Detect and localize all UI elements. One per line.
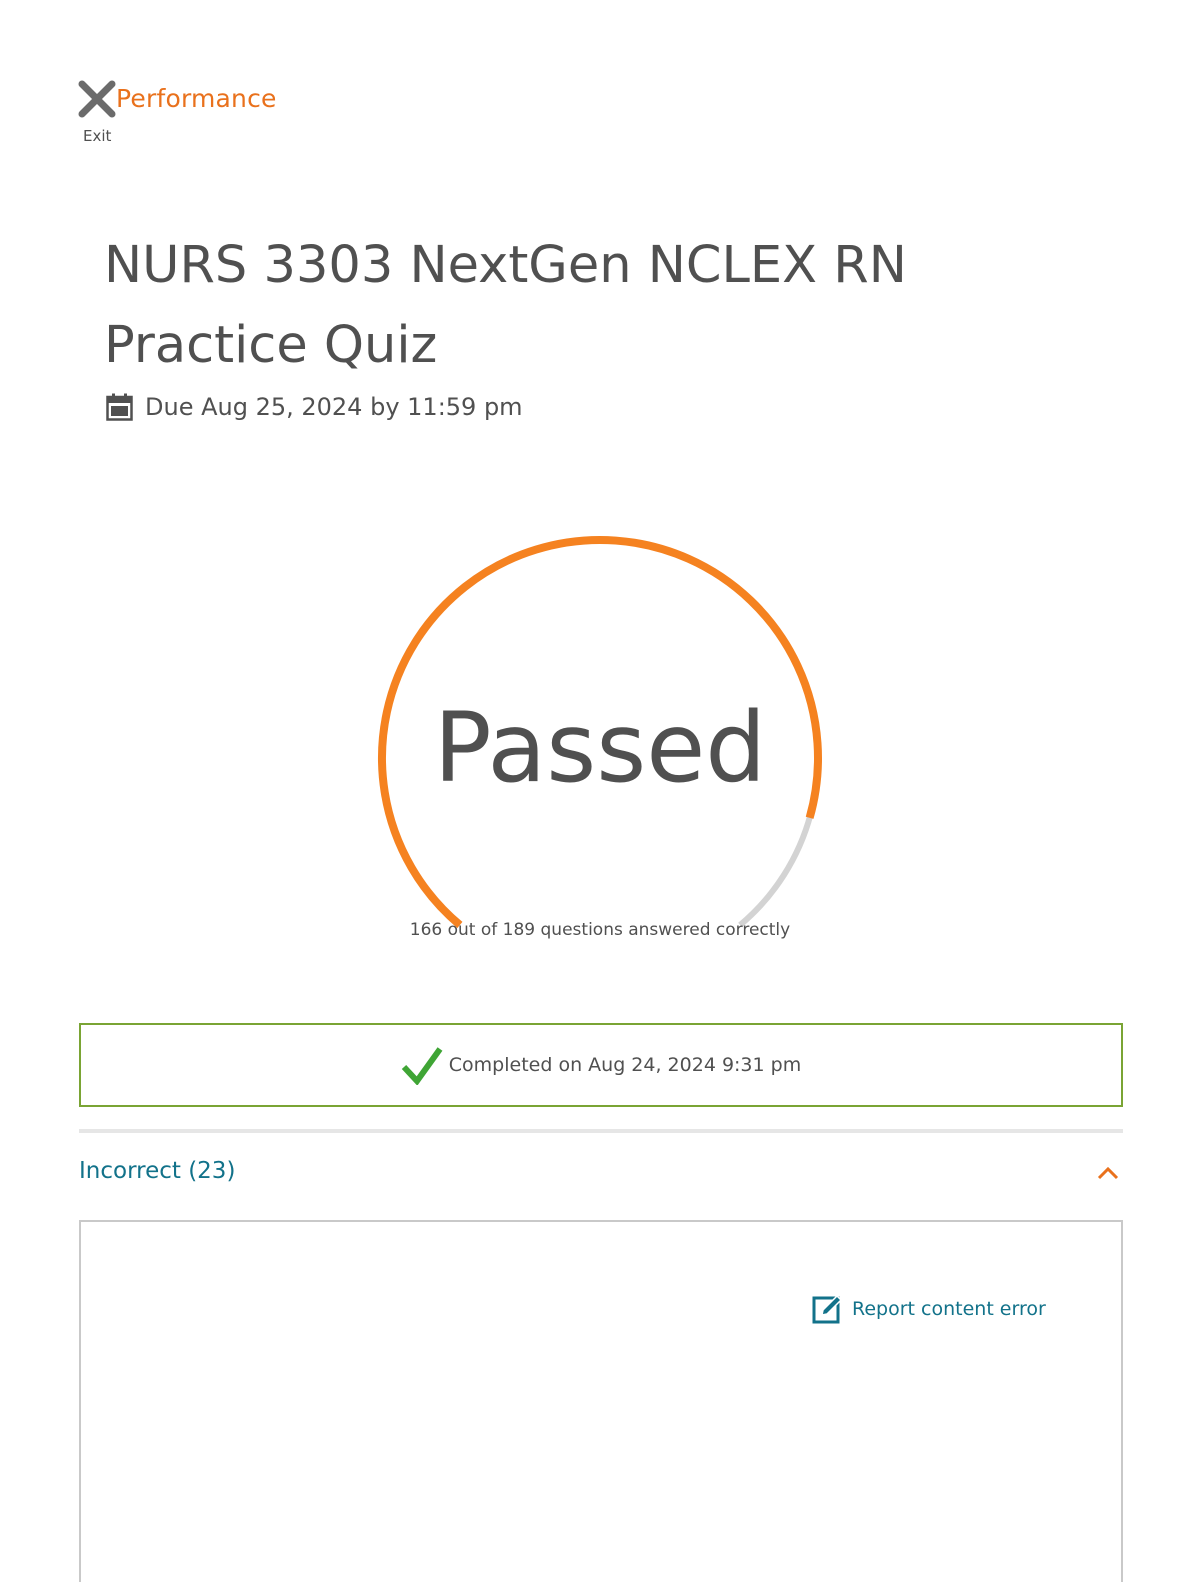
due-date: Due Aug 25, 2024 by 11:59 pm (106, 392, 523, 422)
exit-button-label[interactable]: Exit (83, 127, 111, 145)
result-status: Passed (433, 692, 767, 804)
report-label: Report content error (852, 1298, 1046, 1320)
edit-icon (812, 1294, 843, 1324)
quiz-title: NURS 3303 NextGen NCLEX RN Practice Quiz (104, 236, 907, 375)
calendar-icon (106, 393, 133, 421)
report-content-error-button[interactable]: Report content error (812, 1293, 1046, 1325)
due-text: Due Aug 25, 2024 by 11:59 pm (145, 393, 523, 421)
completion-banner: Completed on Aug 24, 2024 9:31 pm (79, 1023, 1123, 1107)
checkmark-icon (401, 1047, 443, 1085)
question-panel (79, 1220, 1123, 1582)
section-divider (79, 1129, 1123, 1133)
incorrect-section-toggle[interactable]: Incorrect (23) (79, 1158, 235, 1184)
score-caption: 166 out of 189 questions answered correc… (409, 920, 791, 940)
completion-text: Completed on Aug 24, 2024 9:31 pm (448, 1054, 802, 1076)
chevron-up-icon[interactable] (1094, 1162, 1122, 1184)
close-x-icon[interactable] (78, 80, 116, 118)
gauge-track (738, 813, 814, 928)
page-header-title: Performance (116, 84, 277, 113)
